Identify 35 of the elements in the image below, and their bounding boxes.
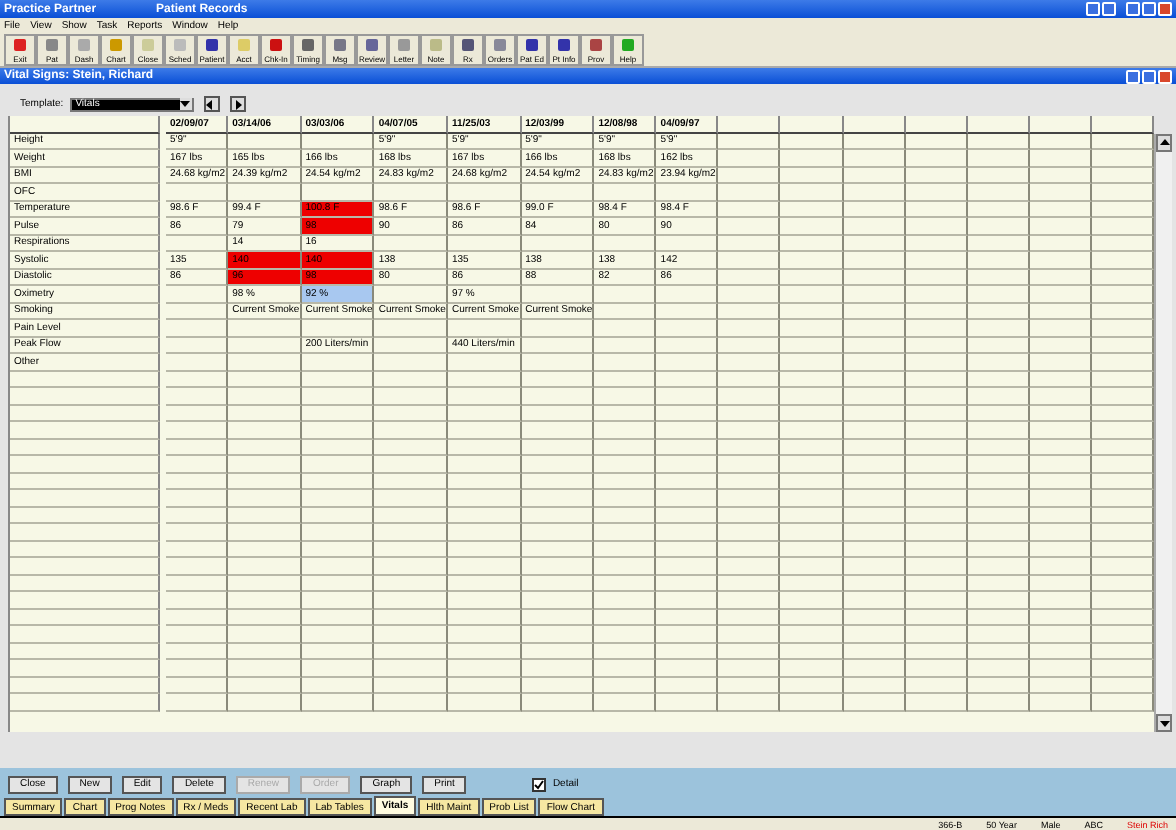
square-icon	[524, 37, 540, 51]
up-arrow-icon	[1159, 138, 1169, 146]
maximize-button[interactable]	[1142, 69, 1156, 83]
square-icon	[268, 37, 284, 51]
next-button[interactable]	[229, 96, 246, 112]
close-button[interactable]	[1158, 2, 1172, 16]
square-icon	[396, 37, 412, 51]
square-icon	[332, 37, 348, 51]
square-icon	[428, 37, 444, 51]
left-arrow-icon	[206, 99, 217, 109]
vertical-scrollbar[interactable]	[1154, 133, 1172, 732]
square-icon	[364, 37, 380, 51]
square-icon	[556, 37, 572, 51]
maximize-button[interactable]	[1142, 2, 1156, 16]
square-icon	[300, 37, 316, 51]
square-icon	[236, 37, 252, 51]
square-icon	[76, 37, 92, 51]
minimize-button[interactable]	[1126, 69, 1140, 83]
detail-checkbox[interactable]	[532, 777, 547, 791]
square-icon	[44, 37, 60, 51]
square-icon	[172, 37, 188, 51]
caret-icon	[180, 100, 191, 108]
square-icon	[12, 37, 28, 51]
down-arrow-icon	[1159, 719, 1169, 727]
square-icon	[204, 37, 220, 51]
previous-button[interactable]	[203, 96, 220, 112]
square-icon	[108, 37, 124, 51]
close-button[interactable]	[1158, 69, 1172, 83]
square-icon	[460, 37, 476, 51]
square-icon	[620, 37, 636, 51]
right-arrow-icon	[232, 99, 243, 109]
square-icon	[140, 37, 156, 51]
square-icon	[492, 37, 508, 51]
minimize-button[interactable]	[1126, 2, 1140, 16]
square-icon	[588, 37, 604, 51]
